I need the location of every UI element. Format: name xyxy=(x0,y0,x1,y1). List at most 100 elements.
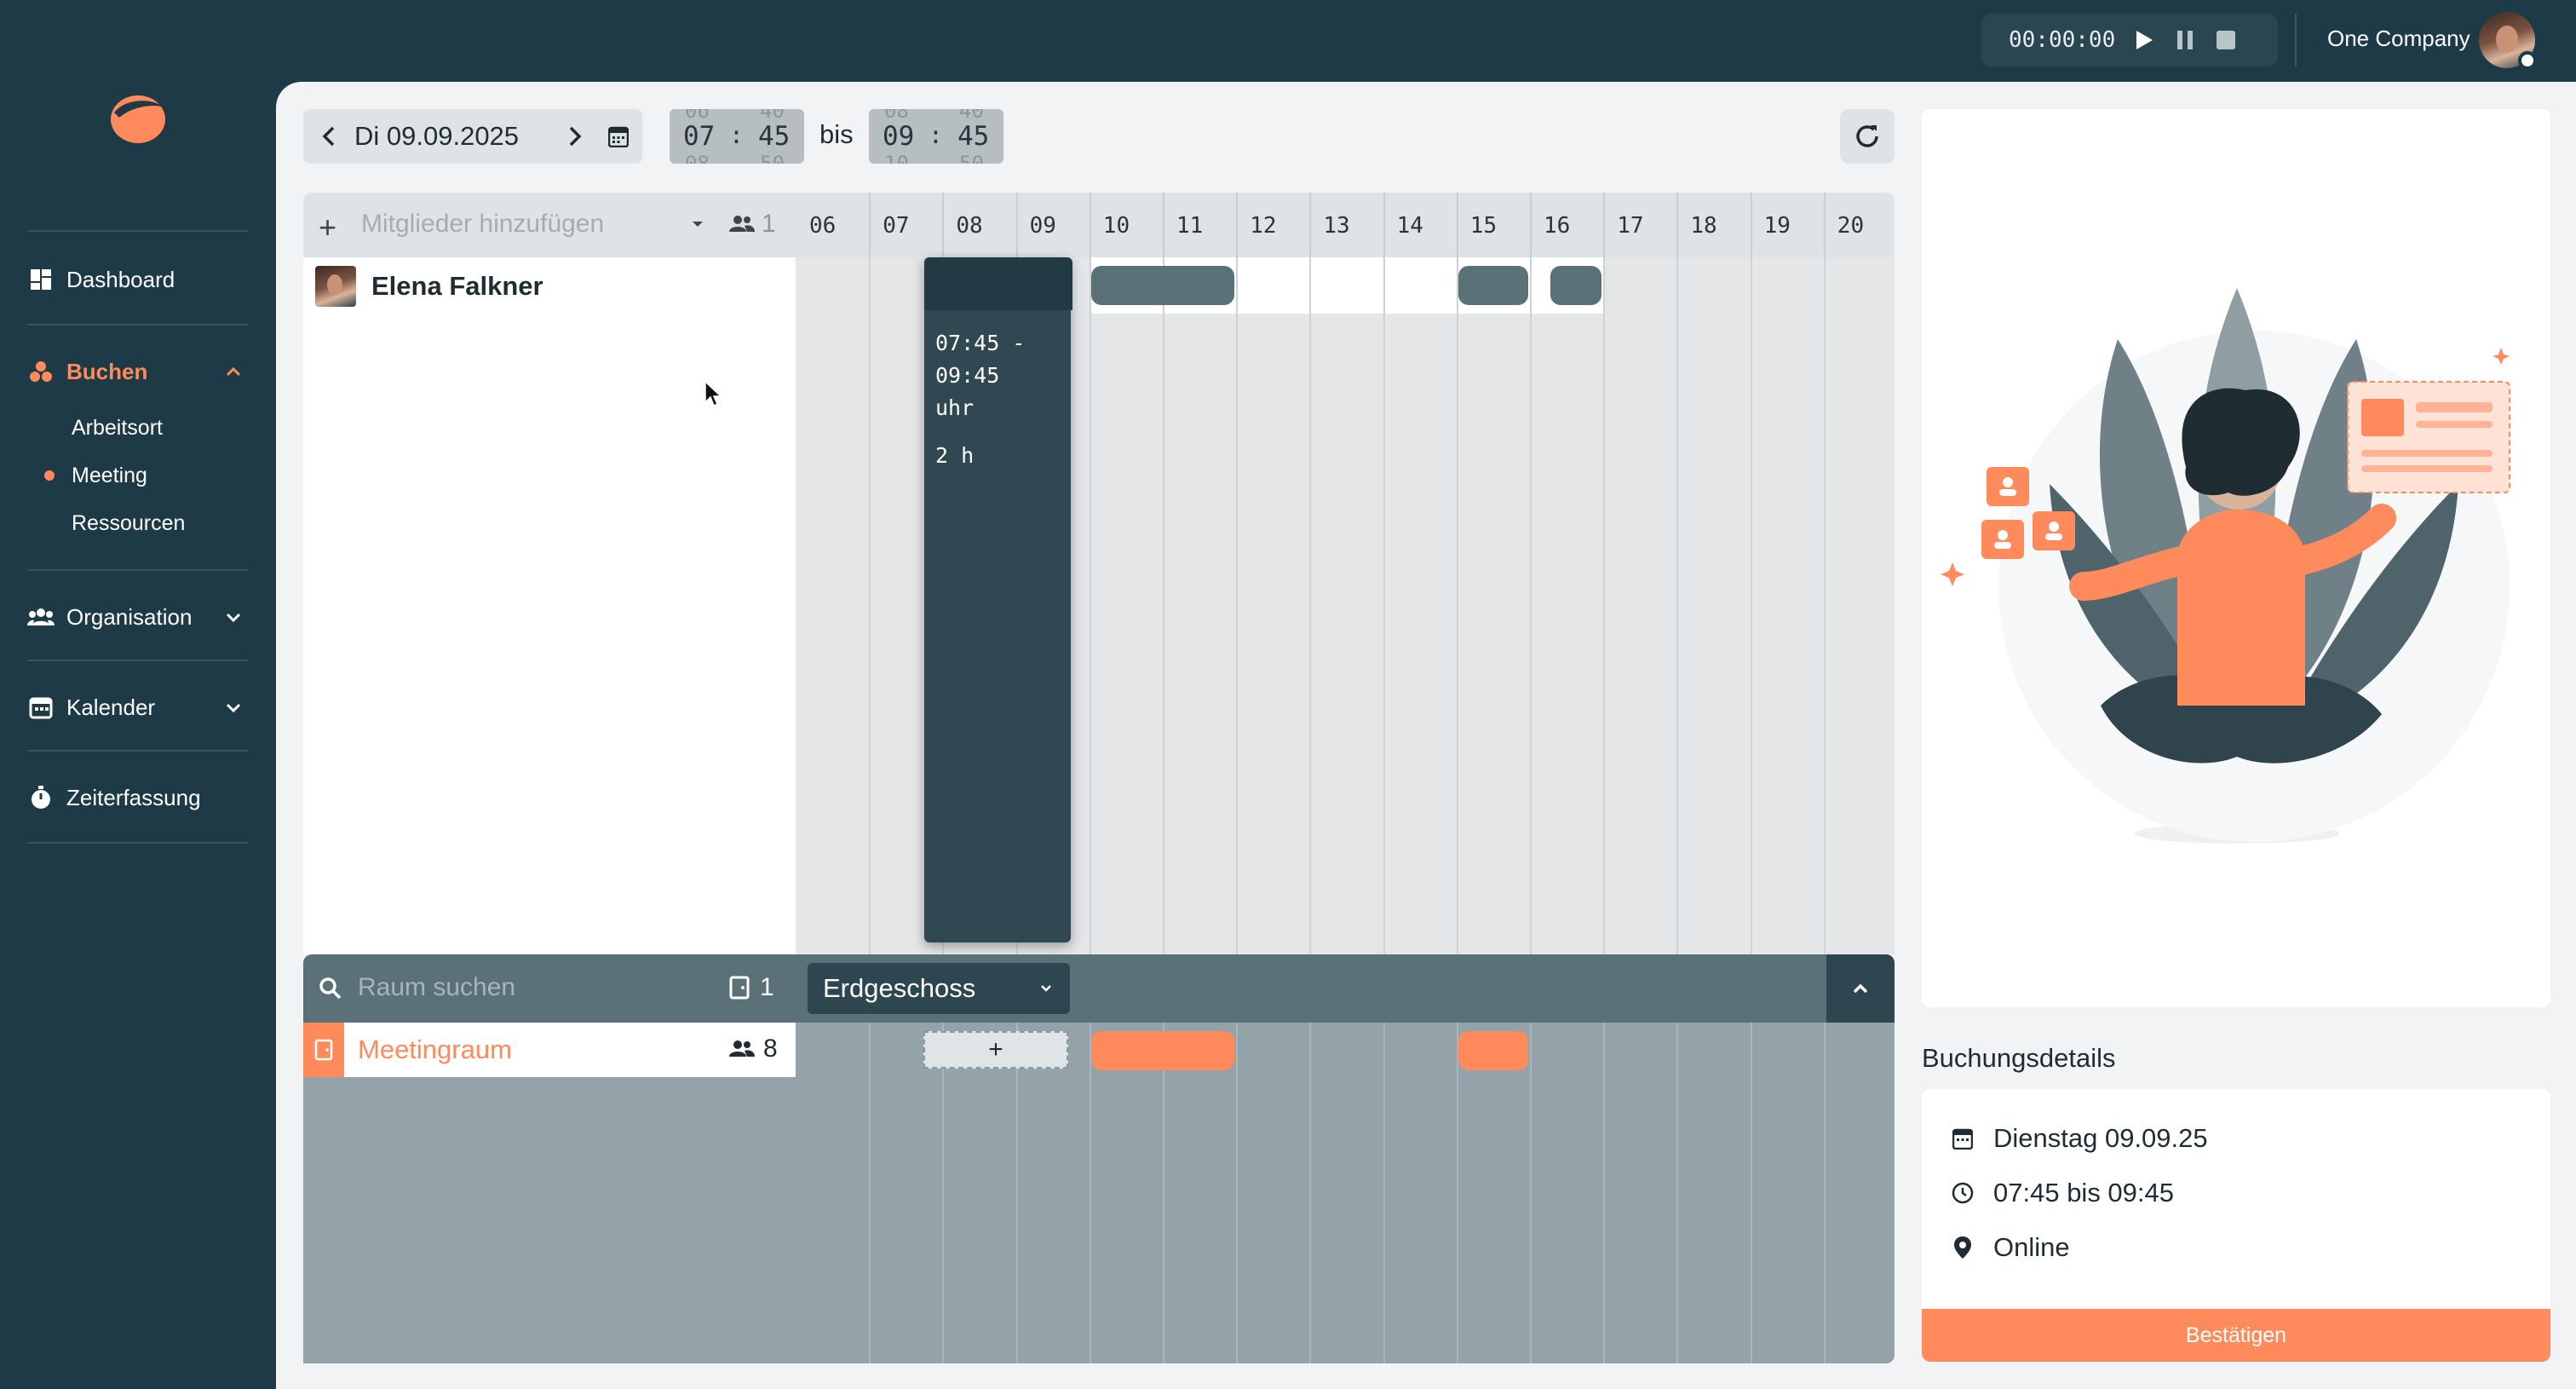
sidebar-item-buchen[interactable]: Buchen xyxy=(27,348,249,395)
room-busy-block[interactable] xyxy=(1458,1031,1528,1070)
room-grid-line xyxy=(1750,1023,1752,1363)
sidebar-subitem-meeting[interactable]: Meeting xyxy=(72,457,147,494)
room-timeline-grid[interactable] xyxy=(796,1023,1895,1363)
sidebar-item-label: Dashboard xyxy=(66,266,175,292)
dashboard-icon xyxy=(27,266,55,293)
door-icon xyxy=(729,976,750,1000)
illustration-card xyxy=(1922,109,2550,1007)
start-time-picker[interactable]: 06 40 07 : 45 08 50 xyxy=(670,109,804,164)
member-search-placeholder[interactable]: Mitglieder hinzufügen xyxy=(361,210,604,239)
booking-details-title: Buchungsdetails xyxy=(1922,1043,2116,1073)
member-busy-block[interactable] xyxy=(1458,266,1528,305)
member-name: Elena Falkner xyxy=(371,271,543,301)
hour-divider xyxy=(1309,193,1312,257)
date-label[interactable]: Di 09.09.2025 xyxy=(354,121,555,152)
hour-label: 12 xyxy=(1250,213,1277,239)
refresh-button[interactable] xyxy=(1840,109,1895,164)
sidebar-divider xyxy=(27,324,249,326)
caret-down-icon[interactable] xyxy=(688,215,707,233)
add-booking-button[interactable]: + xyxy=(923,1031,1068,1069)
member-busy-block[interactable] xyxy=(1550,266,1602,305)
end-time-picker[interactable]: 08 40 09 : 45 10 50 xyxy=(869,109,1003,164)
room-search[interactable]: Raum suchen 1 xyxy=(303,954,796,1023)
member-search[interactable]: + Mitglieder hinzufügen 1 xyxy=(303,193,796,257)
room-indicator xyxy=(303,1023,344,1077)
sidebar-item-kalender[interactable]: Kalender xyxy=(27,683,249,731)
hour-label: 18 xyxy=(1690,213,1717,239)
sidebar-item-organisation[interactable]: Organisation xyxy=(27,593,249,641)
hour-label: 20 xyxy=(1837,213,1865,239)
sidebar-item-label: Organisation xyxy=(66,603,193,630)
selection-time-start: 07:45 - xyxy=(935,331,1026,355)
pause-icon[interactable] xyxy=(2173,28,2197,52)
time-colon: : xyxy=(929,121,943,149)
room-grid-line xyxy=(1530,1023,1532,1363)
calendar-icon xyxy=(1951,1127,1975,1150)
app-logo[interactable] xyxy=(107,87,169,147)
sidebar-divider xyxy=(27,660,249,661)
sidebar-subitem-arbeitsort[interactable]: Arbeitsort xyxy=(72,409,163,447)
room-busy-block[interactable] xyxy=(1090,1031,1235,1070)
start-hour[interactable]: 07 xyxy=(683,121,715,152)
list-item[interactable]: Meetingraum 8 xyxy=(303,1023,796,1077)
hour-label: 08 xyxy=(956,213,983,239)
room-name: Meetingraum xyxy=(358,1035,512,1064)
selection-time-unit: uhr xyxy=(935,395,975,420)
hour-label: 19 xyxy=(1763,213,1791,239)
room-grid-line xyxy=(1309,1023,1312,1363)
sidebar-item-dashboard[interactable]: Dashboard xyxy=(27,256,249,303)
chevron-up-icon[interactable] xyxy=(221,360,245,383)
chevron-down-icon[interactable] xyxy=(221,605,245,629)
list-item[interactable]: Elena Falkner xyxy=(315,262,543,310)
play-icon[interactable] xyxy=(2132,28,2156,52)
active-indicator-dot xyxy=(44,470,55,481)
end-hour[interactable]: 09 xyxy=(883,121,914,152)
grid-line xyxy=(1530,257,1532,954)
room-grid-line xyxy=(1383,1023,1385,1363)
end-minute[interactable]: 45 xyxy=(957,121,989,152)
grid-line xyxy=(1823,257,1826,954)
grid-line xyxy=(1603,257,1606,954)
grid-line xyxy=(1750,257,1752,954)
time-colon: : xyxy=(729,121,744,149)
detail-time: 07:45 bis 09:45 xyxy=(1951,1176,2174,1210)
sidebar-item-label: Kalender xyxy=(66,694,156,720)
stop-icon[interactable] xyxy=(2214,28,2238,52)
meditation-illustration xyxy=(1941,288,2510,844)
member-busy-block[interactable] xyxy=(1090,266,1235,305)
start-minute[interactable]: 45 xyxy=(758,121,790,152)
hour-label: 07 xyxy=(883,213,910,239)
sidebar-item-zeiterfassung[interactable]: Zeiterfassung xyxy=(27,774,249,821)
hour-divider xyxy=(1603,193,1606,257)
calendar-icon[interactable] xyxy=(595,109,642,164)
time-range-separator: bis xyxy=(819,119,854,149)
plus-icon[interactable]: + xyxy=(319,210,336,245)
room-count-value: 1 xyxy=(760,973,774,1001)
sidebar-divider xyxy=(27,569,249,571)
collapse-rooms-button[interactable] xyxy=(1826,954,1895,1023)
floor-select[interactable]: Erdgeschoss xyxy=(808,963,1070,1014)
confirm-button[interactable]: Bestätigen xyxy=(1922,1309,2550,1362)
sidebar-subitem-ressourcen[interactable]: Ressourcen xyxy=(72,504,185,542)
room-grid-line xyxy=(1015,1023,1018,1363)
company-name[interactable]: One Company xyxy=(2327,26,2470,52)
start-minute-next: 50 xyxy=(760,152,785,164)
grid-line xyxy=(1309,257,1312,954)
chevron-left-icon[interactable] xyxy=(303,109,354,164)
chevron-up-icon xyxy=(1853,983,1868,994)
member-count: 1 xyxy=(729,210,776,239)
mouse-cursor-icon xyxy=(704,380,722,407)
chevron-right-icon[interactable] xyxy=(555,109,595,164)
detail-location: Online xyxy=(1951,1231,2070,1265)
hour-label: 13 xyxy=(1323,213,1350,239)
door-icon xyxy=(314,1039,333,1061)
date-picker: Di 09.09.2025 xyxy=(303,109,642,164)
hour-label: 06 xyxy=(809,213,837,239)
chevron-down-icon[interactable] xyxy=(221,695,245,719)
refresh-icon xyxy=(1856,125,1878,147)
topbar-divider xyxy=(2295,14,2297,66)
room-search-placeholder[interactable]: Raum suchen xyxy=(358,973,515,1002)
selected-time-slot[interactable] xyxy=(923,257,1072,942)
sidebar-item-label: Zeiterfassung xyxy=(66,784,201,810)
floor-select-value: Erdgeschoss xyxy=(823,973,976,1003)
